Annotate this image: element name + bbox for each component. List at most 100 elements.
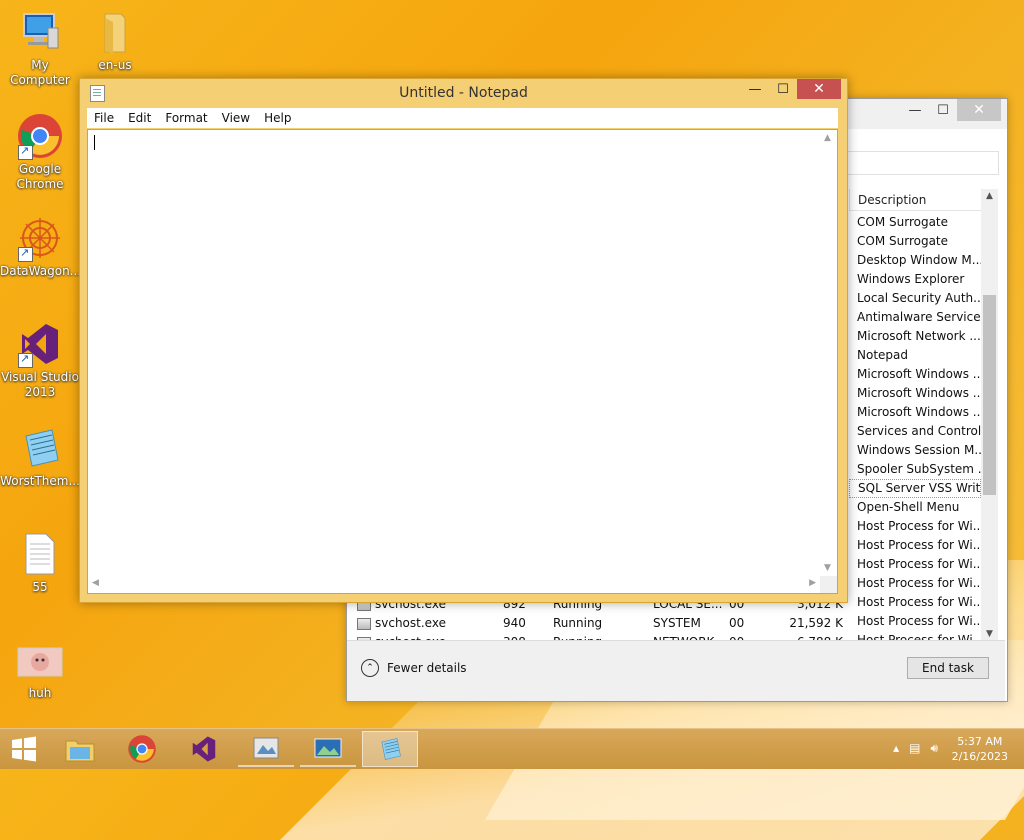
description-cell[interactable]: Host Process for Wi... — [849, 536, 981, 555]
column-header-description[interactable]: Description — [849, 189, 981, 211]
process-user-cell: SYSTEM — [653, 616, 701, 630]
close-button[interactable]: ✕ — [957, 99, 1001, 121]
menu-format[interactable]: Format — [158, 108, 214, 128]
description-cell[interactable]: Microsoft Network ... — [849, 327, 981, 346]
desktop-icon-google-chrome[interactable]: Google Chrome — [0, 112, 80, 192]
description-cell[interactable]: Host Process for Wi... — [849, 574, 981, 593]
desktop-icon-visual-studio[interactable]: Visual Studio 2013 — [0, 320, 80, 400]
system-tray: ▴ ▤ 🔊︎ — [893, 741, 938, 756]
table-row[interactable]: svchost.exe 940 Running SYSTEM 00 21,592 K — [357, 614, 847, 633]
network-icon[interactable]: ▤ — [909, 741, 920, 756]
end-task-button[interactable]: End task — [907, 657, 989, 679]
description-cell[interactable]: Host Process for Wi... — [849, 612, 981, 631]
notepad-icon — [381, 738, 401, 760]
description-cell[interactable]: COM Surrogate — [849, 232, 981, 251]
taskbar-chrome[interactable] — [114, 731, 170, 767]
process-memory-cell: 21,592 K — [789, 616, 843, 630]
description-cell[interactable]: Host Process for Wi... — [849, 517, 981, 536]
desktop-icon-datawagon[interactable]: DataWagon... — [0, 214, 82, 279]
chevron-up-icon: ⌃ — [361, 659, 379, 677]
scroll-up-icon[interactable]: ▲ — [981, 191, 998, 201]
menu-bar: File Edit Format View Help — [87, 108, 838, 128]
task-manager-scrollbar[interactable]: ▲ ▼ — [981, 189, 998, 641]
description-cell[interactable]: Microsoft Windows ... — [849, 384, 981, 403]
clock-date: 2/16/2023 — [951, 750, 1008, 763]
menu-edit[interactable]: Edit — [121, 108, 158, 128]
description-cell[interactable]: Host Process for Wi... — [849, 593, 981, 612]
description-cell[interactable]: SQL Server VSS Writ... — [849, 479, 981, 498]
desktop-icon-label: DataWagon... — [0, 264, 82, 278]
scroll-down-icon[interactable]: ▼ — [824, 563, 831, 573]
scroll-right-icon[interactable]: ▶ — [809, 578, 816, 588]
description-cell[interactable]: Desktop Window M... — [849, 251, 981, 270]
task-manager-search-area — [847, 151, 999, 175]
menu-view[interactable]: View — [215, 108, 257, 128]
process-icon — [357, 617, 371, 630]
taskbar-photos[interactable] — [300, 731, 356, 767]
description-cell[interactable]: Microsoft Windows ... — [849, 365, 981, 384]
description-cell[interactable]: Antimalware Service... — [849, 308, 981, 327]
notepad-text-area[interactable]: ▲ ▼ ◀ ▶ — [87, 129, 838, 594]
clock-time: 5:37 AM — [957, 735, 1003, 748]
description-cell[interactable]: Windows Session M... — [849, 441, 981, 460]
file-explorer-icon — [65, 740, 95, 762]
taskbar-file-explorer[interactable] — [52, 731, 108, 767]
fewer-details-button[interactable]: ⌃ Fewer details — [361, 659, 467, 677]
desktop-icon-my-computer[interactable]: My Computer — [0, 8, 80, 88]
process-name: svchost.exe — [375, 616, 446, 630]
maximize-button[interactable]: ☐ — [769, 79, 797, 99]
volume-icon[interactable]: 🔊︎ — [930, 741, 938, 756]
description-cell[interactable]: Notepad — [849, 346, 981, 365]
notepad-titlebar[interactable]: Untitled - Notepad — ☐ ✕ — [80, 79, 847, 107]
description-cell[interactable]: COM Surrogate — [849, 213, 981, 232]
shortcut-arrow-icon — [18, 245, 33, 262]
process-cpu-cell: 00 — [729, 616, 745, 630]
scroll-left-icon[interactable]: ◀ — [92, 578, 99, 588]
horizontal-scrollbar[interactable]: ◀ ▶ — [88, 576, 820, 593]
shortcut-arrow-icon — [18, 351, 33, 368]
chrome-icon — [16, 112, 64, 160]
desktop-icon-label: en-us — [98, 58, 132, 72]
description-cell[interactable]: Microsoft Windows ... — [849, 403, 981, 422]
scroll-up-icon[interactable]: ▲ — [824, 133, 831, 143]
desktop-icon-label: Visual Studio 2013 — [1, 370, 79, 399]
notepad-file-icon — [16, 424, 64, 472]
process-status-cell: Running — [553, 616, 603, 630]
photos-icon — [314, 738, 342, 758]
description-cell[interactable]: Services and Control... — [849, 422, 981, 441]
maximize-button[interactable]: ☐ — [929, 99, 957, 121]
chrome-icon — [128, 735, 156, 763]
scrollbar-thumb[interactable] — [983, 295, 996, 495]
computer-icon — [16, 8, 64, 56]
taskbar-visual-studio[interactable] — [176, 731, 232, 767]
desktop-icon-worstthem[interactable]: WorstThem... — [0, 424, 80, 489]
scrollbar-corner — [820, 576, 837, 593]
image-viewer-icon — [253, 737, 279, 759]
scroll-down-icon[interactable]: ▼ — [981, 629, 998, 639]
fewer-details-label: Fewer details — [387, 661, 467, 675]
minimize-button[interactable]: — — [901, 99, 929, 121]
description-cell[interactable]: Open-Shell Menu — [849, 498, 981, 517]
description-cell[interactable]: Local Security Auth... — [849, 289, 981, 308]
taskbar-notepad[interactable] — [362, 731, 418, 767]
taskbar-clock[interactable]: 5:37 AM 2/16/2023 — [952, 734, 1008, 764]
desktop-icon-en-us[interactable]: en-us — [75, 8, 155, 73]
taskbar-image-viewer[interactable] — [238, 731, 294, 767]
task-manager-footer: ⌃ Fewer details End task — [347, 640, 1005, 701]
description-cell[interactable]: Windows Explorer — [849, 270, 981, 289]
menu-help[interactable]: Help — [257, 108, 298, 128]
minimize-button[interactable]: — — [741, 79, 769, 99]
menu-file[interactable]: File — [87, 108, 121, 128]
close-button[interactable]: ✕ — [797, 79, 841, 99]
process-pid-cell: 940 — [503, 616, 526, 630]
description-cell[interactable]: Host Process for Wi... — [849, 555, 981, 574]
vertical-scrollbar[interactable]: ▲ ▼ — [820, 130, 837, 576]
show-hidden-icons-icon[interactable]: ▴ — [893, 741, 899, 756]
description-cell[interactable]: Spooler SubSystem ... — [849, 460, 981, 479]
desktop-icon-55[interactable]: 55 — [0, 530, 80, 595]
desktop-icon-huh[interactable]: huh — [0, 636, 80, 701]
start-button[interactable] — [0, 731, 48, 767]
text-caret — [94, 135, 95, 150]
visual-studio-icon — [192, 736, 216, 762]
desktop-icon-label: huh — [28, 686, 52, 700]
